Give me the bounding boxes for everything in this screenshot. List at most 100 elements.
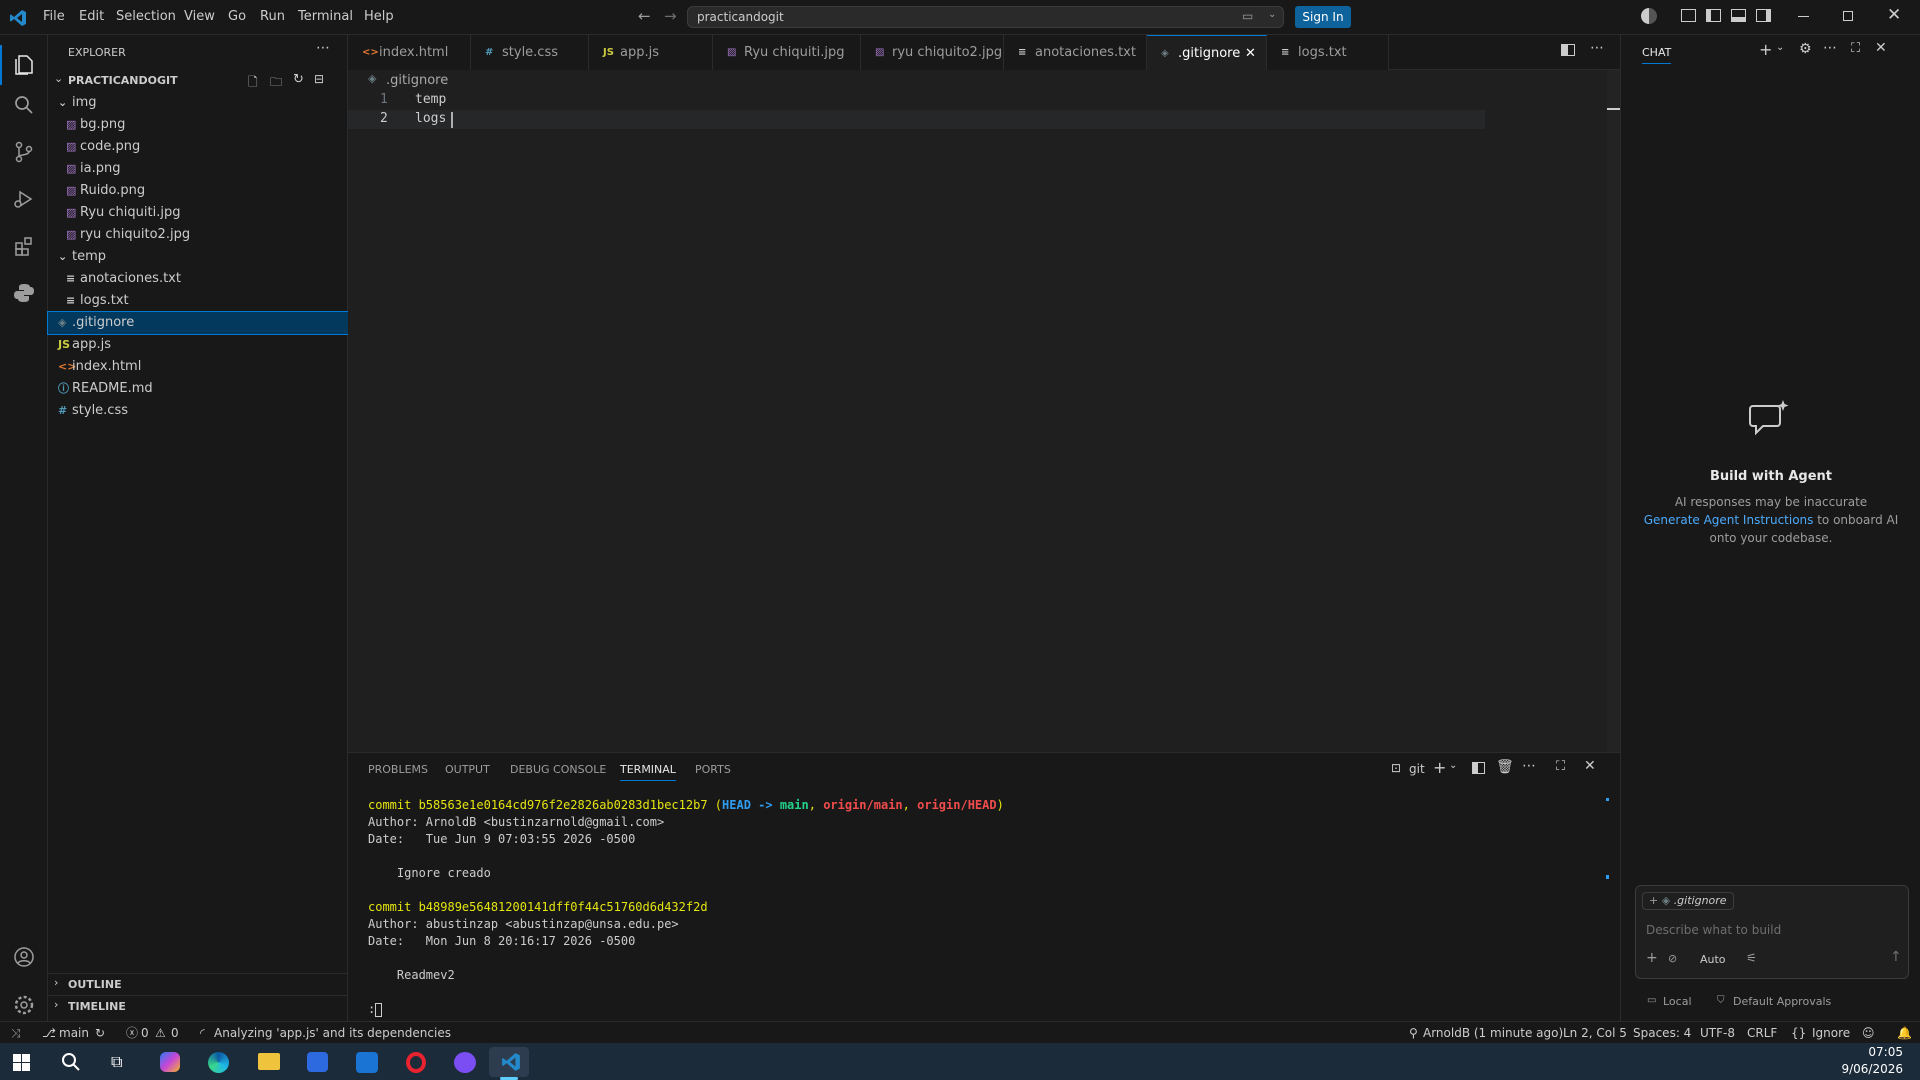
chat-title[interactable]: CHAT [1642,46,1672,64]
tree-file[interactable]: ▨ ryu chiquito2.jpg [48,224,348,246]
menu-selection[interactable]: Selection [116,9,176,24]
restore-icon[interactable] [1843,11,1853,21]
close-icon[interactable]: ✕ [1875,40,1887,56]
terminal-prompt[interactable]: : [368,1002,383,1017]
windows-start-icon[interactable] [13,1054,30,1071]
new-file-icon[interactable]: 🗋 [248,73,258,94]
toggle-sidebar-icon[interactable] [1706,9,1721,22]
tab-terminal[interactable]: TERMINAL [620,763,676,781]
chat-input-box[interactable]: + ◈ .gitignore Describe what to build + … [1635,885,1909,979]
scrollbar[interactable] [1607,70,1620,752]
tab-output[interactable]: OUTPUT [445,763,490,776]
toggle-panel-icon[interactable] [1731,9,1746,22]
search-icon[interactable] [12,93,36,117]
sync-icon[interactable]: ↻ [95,1022,105,1044]
code-line[interactable]: temp [415,92,446,107]
tree-folder[interactable]: ⌄ temp [48,246,348,268]
opera-browser-icon[interactable] [406,1052,426,1073]
close-tab-icon[interactable]: ✕ [1245,36,1256,71]
tab-ports[interactable]: PORTS [695,763,731,776]
sign-in-button[interactable]: Sign In [1295,6,1351,28]
menu-edit[interactable]: Edit [79,9,104,24]
editor-tab[interactable]: ≡ logs.txt [1267,35,1389,70]
encoding[interactable]: UTF-8 [1700,1022,1735,1044]
tree-file[interactable]: ▨ bg.png [48,114,348,136]
menu-run[interactable]: Run [260,9,285,24]
tab-problems[interactable]: PROBLEMS [368,763,428,776]
tree-file[interactable]: ≡ anotaciones.txt [48,268,348,290]
editor-tab[interactable]: ◈ .gitignore ✕ [1147,35,1267,70]
tree-file[interactable]: ≡ logs.txt [48,290,348,312]
mode-picker[interactable]: Auto [1700,953,1726,966]
copilot-icon[interactable]: ☺ [1862,1022,1875,1044]
approvals-picker[interactable]: Default Approvals [1733,995,1831,1008]
more-actions-icon[interactable]: ⋯ [1823,40,1837,56]
editor-tab[interactable]: ▨ Ryu chiquiti.jpg [713,35,861,70]
editor-tab[interactable]: <> index.html [348,35,471,70]
new-terminal-icon[interactable]: + [1433,758,1446,777]
notifications-bell-icon[interactable]: 🔔 [1897,1022,1912,1044]
chevron-down-icon[interactable]: ⌄ [1776,42,1784,53]
extensions-icon[interactable] [12,234,36,258]
maximize-panel-icon[interactable]: ⛶ [1556,759,1565,774]
clock-time[interactable]: 07:05 [1858,1045,1903,1059]
configure-icon[interactable]: ⚟ [1746,951,1757,965]
file-explorer-icon[interactable] [258,1053,280,1070]
python-icon[interactable] [12,281,36,305]
accounts-copilot-icon[interactable] [1641,8,1657,24]
editor-tab[interactable]: ▨ ryu chiquito2.jpg [861,35,1004,70]
outline-section[interactable]: › OUTLINE [48,973,348,995]
more-actions-icon[interactable]: ⋯ [1590,40,1604,56]
split-editor-icon[interactable] [1561,44,1575,56]
chat-toggle-icon[interactable]: ▭ [1242,9,1253,23]
settings-gear-icon[interactable]: ⚙ [1799,41,1812,57]
editor-tab[interactable]: # style.css [471,35,589,70]
toggle-secondary-sidebar-icon[interactable] [1756,9,1771,22]
tree-file[interactable]: <> index.html [48,356,348,378]
taskbar-search-icon[interactable] [61,1052,81,1072]
warning-count[interactable]: 0 [171,1022,179,1044]
send-arrow-icon[interactable]: ↑ [1890,949,1902,965]
language-mode[interactable]: Ignore [1812,1022,1850,1044]
editor-tab[interactable]: ≡ anotaciones.txt [1004,35,1147,70]
new-folder-icon[interactable]: 🗀 [270,73,282,94]
menu-file[interactable]: File [43,9,65,24]
tree-folder[interactable]: ⌄ img [48,92,348,114]
menu-view[interactable]: View [184,9,215,24]
minimize-icon[interactable] [1798,16,1809,17]
close-window-icon[interactable]: ✕ [1887,5,1901,25]
add-icon[interactable]: + [1646,950,1658,966]
command-center-search[interactable]: practicandogit ▭ ⌄ [687,6,1284,28]
menu-terminal[interactable]: Terminal [298,9,353,24]
chevron-down-icon[interactable]: ⌄ [1449,760,1457,771]
forward-arrow-icon[interactable]: → [664,7,677,25]
clock-date[interactable]: 9/06/2026 [1838,1062,1903,1076]
account-icon[interactable] [12,945,36,969]
more-actions-icon[interactable]: ⋯ [316,40,330,56]
tab-debug-console[interactable]: DEBUG CONSOLE [510,763,606,776]
tree-file[interactable]: ▨ Ryu chiquiti.jpg [48,202,348,224]
task-view-icon[interactable]: ⧉ [111,1052,122,1072]
code-line[interactable]: logs [415,111,446,126]
menu-help[interactable]: Help [364,9,394,24]
copilot-app-icon[interactable] [160,1052,180,1072]
location-picker[interactable]: Local [1663,995,1692,1008]
indentation[interactable]: Spaces: 4 [1633,1022,1691,1044]
back-arrow-icon[interactable]: ← [638,7,651,25]
shell-name[interactable]: git [1409,762,1425,776]
more-actions-icon[interactable]: ⋯ [1522,758,1536,774]
editor-area[interactable]: ◈ .gitignore 1 temp 2 logs [348,70,1620,752]
error-count[interactable]: 0 [141,1022,149,1044]
line-endings[interactable]: CRLF [1747,1022,1777,1044]
breadcrumb[interactable]: .gitignore [386,73,448,88]
run-debug-icon[interactable] [12,187,36,211]
cursor-position[interactable]: Ln 2, Col 5 [1563,1022,1627,1044]
close-panel-icon[interactable]: ✕ [1584,758,1596,774]
tree-file[interactable]: ▨ ia.png [48,158,348,180]
context-chip[interactable]: + ◈ .gitignore [1642,892,1734,910]
branch-name[interactable]: main [59,1022,89,1044]
chat-input-placeholder[interactable]: Describe what to build [1646,923,1781,937]
tree-file[interactable]: ▨ code.png [48,136,348,158]
refresh-icon[interactable]: ↻ [293,72,304,87]
tree-file[interactable]: ◈ .gitignore [47,311,349,335]
